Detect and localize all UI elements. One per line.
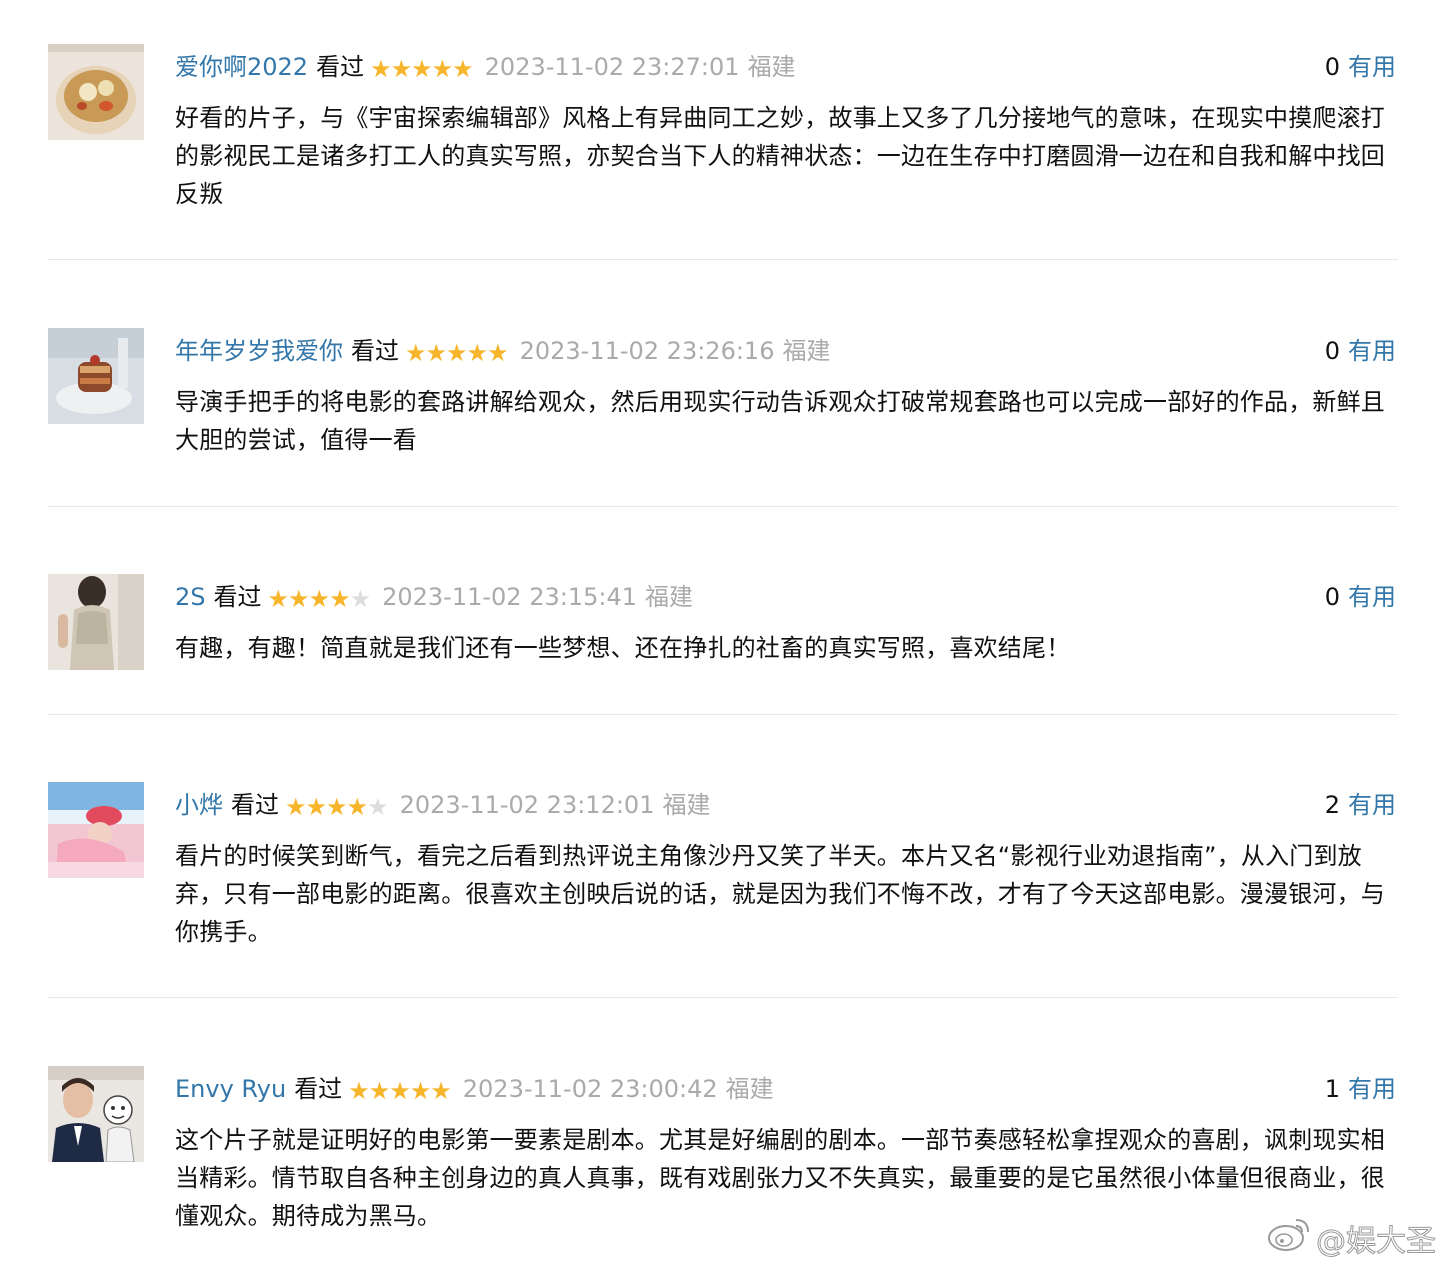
- star-filled-icon: ★: [446, 339, 467, 367]
- rating-stars: ★★★★★: [405, 336, 509, 370]
- rating-stars: ★★★★★: [267, 582, 372, 616]
- star-filled-icon: ★: [431, 55, 453, 83]
- vote-area: 0 有用: [1325, 50, 1396, 84]
- comment-location: 福建: [725, 1075, 774, 1103]
- vote-count: 1: [1324, 1075, 1340, 1103]
- star-filled-icon: ★: [308, 585, 330, 613]
- watched-status: 看过: [213, 583, 262, 611]
- username-link[interactable]: 小烨: [175, 791, 223, 819]
- star-filled-icon: ★: [409, 1077, 431, 1105]
- useful-button[interactable]: 有用: [1348, 583, 1396, 611]
- vote-area: 2 有用: [1325, 788, 1396, 822]
- star-filled-icon: ★: [425, 339, 447, 367]
- star-filled-icon: ★: [326, 793, 347, 821]
- vote-count: 2: [1324, 791, 1340, 819]
- comment-text: 好看的片子，与《宇宙探索编辑部》风格上有异曲同工之妙，故事上又多了几分接地气的意…: [175, 104, 1385, 208]
- star-filled-icon: ★: [452, 55, 473, 83]
- star-empty-icon: ★: [367, 793, 388, 821]
- comment-text: 有趣，有趣！简直就是我们还有一些梦想、还在挣扎的社畜的真实写照，喜欢结尾！: [175, 634, 1071, 662]
- comment-meta: 2S 看过 ★★★★★ 2023-11-02 23:15:41 福建 0 有用: [175, 580, 1398, 614]
- star-filled-icon: ★: [411, 55, 432, 83]
- star-filled-icon: ★: [487, 339, 508, 367]
- comment-meta: 年年岁岁我爱你 看过 ★★★★★ 2023-11-02 23:26:16 福建 0 有用: [175, 334, 1398, 368]
- star-filled-icon: ★: [370, 55, 391, 83]
- comment-meta: 爱你啊2022 看过 ★★★★★ 2023-11-02 23:27:01 福建 0 有用: [175, 50, 1398, 84]
- vote-area: 0 有用: [1325, 334, 1396, 368]
- star-filled-icon: ★: [305, 793, 327, 821]
- useful-button[interactable]: 有用: [1348, 1075, 1396, 1103]
- comment-time: 2023-11-02 23:26:16: [519, 337, 775, 365]
- star-filled-icon: ★: [368, 1077, 390, 1105]
- rating-stars: ★★★★★: [370, 52, 474, 86]
- username-link[interactable]: 2S: [175, 583, 206, 611]
- comment-time: 2023-11-02 23:15:41: [382, 583, 637, 611]
- watched-status: 看过: [231, 791, 279, 819]
- avatar[interactable]: [48, 328, 144, 424]
- comment-location: 福建: [747, 53, 796, 81]
- rating-stars: ★★★★★: [348, 1074, 452, 1108]
- star-filled-icon: ★: [405, 339, 426, 367]
- username-link[interactable]: Envy Ryu: [175, 1075, 286, 1103]
- star-filled-icon: ★: [285, 793, 306, 821]
- comment-meta: 小烨 看过 ★★★★★ 2023-11-02 23:12:01 福建 2 有用: [175, 788, 1398, 822]
- vote-area: 0 有用: [1325, 580, 1396, 614]
- star-empty-icon: ★: [349, 585, 371, 613]
- useful-button[interactable]: 有用: [1348, 337, 1396, 365]
- star-filled-icon: ★: [390, 55, 412, 83]
- watermark: @娱大圣: [1266, 1214, 1437, 1262]
- divider: [48, 259, 1398, 260]
- useful-button[interactable]: 有用: [1348, 791, 1396, 819]
- star-filled-icon: ★: [267, 585, 289, 613]
- avatar[interactable]: [48, 44, 144, 140]
- avatar[interactable]: [48, 782, 144, 878]
- star-filled-icon: ★: [348, 1077, 369, 1105]
- username-link[interactable]: 年年岁岁我爱你: [175, 337, 343, 365]
- comment-meta: Envy Ryu 看过 ★★★★★ 2023-11-02 23:00:42 福建 1 有用: [175, 1072, 1398, 1106]
- vote-area: 1 有用: [1325, 1072, 1396, 1106]
- comment-text: 这个片子就是证明好的电影第一要素是剧本。尤其是好编剧的剧本。一部节奏感轻松拿捏观…: [175, 1126, 1385, 1230]
- comment-location: 福建: [782, 337, 831, 365]
- watched-status: 看过: [294, 1075, 343, 1103]
- watermark-text: @娱大圣: [1316, 1224, 1437, 1260]
- star-filled-icon: ★: [329, 585, 350, 613]
- vote-count: 0: [1324, 583, 1340, 611]
- comment-time: 2023-11-02 23:12:01: [399, 791, 655, 819]
- comment-location: 福建: [662, 791, 711, 819]
- weibo-logo-icon: [1266, 1214, 1312, 1262]
- divider: [48, 997, 1398, 998]
- comment-location: 福建: [645, 583, 693, 611]
- star-filled-icon: ★: [389, 1077, 410, 1105]
- vote-count: 0: [1324, 337, 1340, 365]
- useful-button[interactable]: 有用: [1348, 53, 1396, 81]
- comment-time: 2023-11-02 23:27:01: [484, 53, 740, 81]
- rating-stars: ★★★★★: [285, 790, 389, 824]
- star-filled-icon: ★: [466, 339, 488, 367]
- comment-text: 看片的时候笑到断气，看完之后看到热评说主角像沙丹又笑了半天。本片又名“影视行业劝…: [175, 842, 1385, 946]
- avatar[interactable]: [48, 574, 144, 670]
- comment-text: 导演手把手的将电影的套路讲解给观众，然后用现实行动告诉观众打破常规套路也可以完成…: [175, 388, 1385, 454]
- avatar[interactable]: [48, 1066, 144, 1162]
- star-filled-icon: ★: [288, 585, 309, 613]
- divider: [48, 714, 1398, 715]
- watched-status: 看过: [351, 337, 399, 365]
- star-filled-icon: ★: [430, 1077, 451, 1105]
- star-filled-icon: ★: [346, 793, 368, 821]
- comment-time: 2023-11-02 23:00:42: [462, 1075, 718, 1103]
- username-link[interactable]: 爱你啊2022: [175, 53, 308, 81]
- vote-count: 0: [1324, 53, 1340, 81]
- divider: [48, 506, 1398, 507]
- watched-status: 看过: [316, 53, 365, 81]
